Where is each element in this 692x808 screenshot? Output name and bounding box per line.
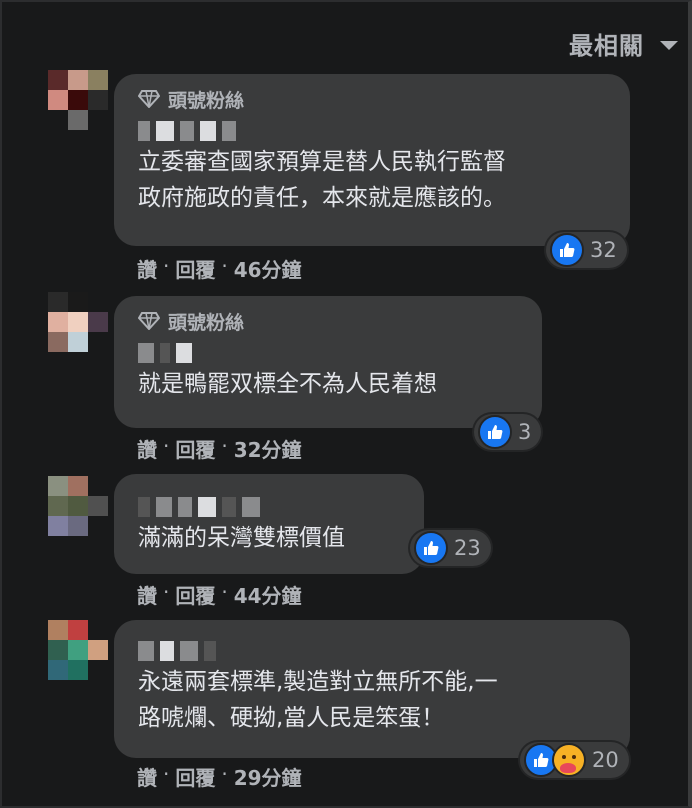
avatar[interactable]: [48, 292, 108, 372]
reply-link[interactable]: 回覆: [175, 434, 215, 463]
separator-dot: ·: [163, 434, 170, 458]
like-link[interactable]: 讚: [137, 762, 157, 791]
comment-text: 滿滿的呆灣雙標價值: [138, 525, 345, 551]
separator-dot: ·: [163, 762, 170, 786]
like-link[interactable]: 讚: [137, 580, 157, 609]
comment-bubble: 永遠兩套標準,製造對立無所不能,一 路唬爛、硬拗,當人民是笨蛋！: [114, 620, 630, 758]
separator-dot: ·: [163, 580, 170, 604]
badge-label: 頭號粉絲: [168, 311, 245, 334]
reply-link[interactable]: 回覆: [175, 254, 215, 283]
separator-dot: ·: [221, 580, 228, 604]
care-reaction-icon: [552, 743, 586, 777]
avatar[interactable]: [48, 476, 108, 556]
sort-dropdown[interactable]: 最相關: [569, 26, 678, 61]
reaction-summary[interactable]: 32: [546, 232, 627, 268]
timestamp-link[interactable]: 29分鐘: [234, 762, 302, 791]
reaction-count: 3: [518, 420, 532, 444]
comment-bubble: 頭號粉絲 就是鴨罷双標全不為人民着想: [114, 296, 542, 428]
comment-actions: 讚 · 回覆 · 32分鐘: [137, 434, 302, 463]
avatar[interactable]: [48, 620, 108, 700]
top-fan-badge: 頭號粉絲: [138, 308, 518, 334]
comment-text: 立委審查國家預算是替人民執行監督 政府施政的責任，本來就是應該的。: [138, 149, 506, 211]
reaction-summary[interactable]: 20: [520, 742, 629, 778]
reply-link[interactable]: 回覆: [175, 762, 215, 791]
timestamp-link[interactable]: 44分鐘: [234, 580, 302, 609]
comment-actions: 讚 · 回覆 · 29分鐘: [137, 762, 302, 791]
top-fan-badge: 頭號粉絲: [138, 86, 606, 112]
comment-bubble: 滿滿的呆灣雙標價值: [114, 474, 424, 574]
diamond-icon: [138, 90, 160, 108]
comment-bubble: 頭號粉絲 立委審查國家預算是替人民執行監督 政府施政的責任，本來就是應該的。: [114, 74, 630, 246]
like-reaction-icon: [414, 531, 448, 565]
like-reaction-icon: [478, 415, 512, 449]
comment-text: 永遠兩套標準,製造對立無所不能,一 路唬爛、硬拗,當人民是笨蛋！: [138, 669, 498, 731]
comment-actions: 讚 · 回覆 · 44分鐘: [137, 580, 302, 609]
reaction-summary[interactable]: 23: [410, 530, 491, 566]
like-reaction-icon: [550, 233, 584, 267]
separator-dot: ·: [221, 434, 228, 458]
commenter-name-blurred[interactable]: [138, 340, 518, 366]
separator-dot: ·: [221, 762, 228, 786]
like-link[interactable]: 讚: [137, 254, 157, 283]
reply-link[interactable]: 回覆: [175, 580, 215, 609]
reaction-summary[interactable]: 3: [474, 414, 542, 450]
sort-label: 最相關: [569, 32, 644, 60]
badge-label: 頭號粉絲: [168, 89, 245, 112]
timestamp-link[interactable]: 32分鐘: [234, 434, 302, 463]
reaction-count: 23: [454, 536, 481, 560]
commenter-name-blurred[interactable]: [138, 118, 606, 144]
like-link[interactable]: 讚: [137, 434, 157, 463]
comment-text: 就是鴨罷双標全不為人民着想: [138, 371, 437, 397]
avatar[interactable]: [48, 70, 108, 150]
commenter-name-blurred[interactable]: [138, 638, 606, 664]
timestamp-link[interactable]: 46分鐘: [234, 254, 302, 283]
comment-actions: 讚 · 回覆 · 46分鐘: [137, 254, 302, 283]
reaction-count: 20: [592, 748, 619, 772]
commenter-name-blurred[interactable]: [138, 494, 400, 520]
chevron-down-icon: [660, 41, 678, 50]
reaction-count: 32: [590, 238, 617, 262]
diamond-icon: [138, 312, 160, 330]
separator-dot: ·: [221, 254, 228, 278]
separator-dot: ·: [163, 254, 170, 278]
